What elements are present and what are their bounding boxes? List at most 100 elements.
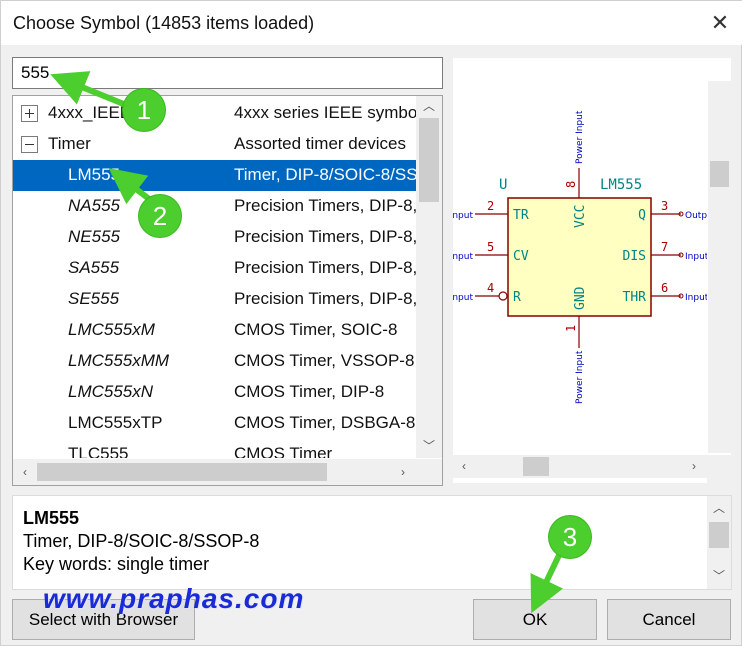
- tree-row[interactable]: 4xxx_IEEE 4xxx series IEEE symbol: [13, 98, 416, 129]
- tree-row-description: Precision Timers, DIP-8, SOIC-8: [234, 289, 416, 308]
- tree-row-description: CMOS Timer, VSSOP-8: [234, 351, 415, 370]
- tree-row-description: CMOS Timer, DIP-8: [234, 382, 385, 401]
- tree-row[interactable]: LMC555xMM CMOS Timer, VSSOP-8: [13, 346, 416, 377]
- tree-row[interactable]: SE555 Precision Timers, DIP-8, SOIC-8: [13, 284, 416, 315]
- tree-vertical-scrollbar[interactable]: ︿ ﹀: [416, 96, 442, 458]
- tree-row[interactable]: LMC555xN CMOS Timer, DIP-8: [13, 377, 416, 408]
- pin-name-cv: CV: [513, 249, 529, 264]
- tree-row-description: Precision Timers, DIP-8, SOIC-8: [234, 258, 416, 277]
- watermark: www.praphas.com: [43, 583, 305, 614]
- cancel-button[interactable]: Cancel: [607, 599, 731, 640]
- pin-num-4: 4: [487, 281, 494, 295]
- collapse-icon[interactable]: [21, 136, 38, 153]
- info-description: Timer, DIP-8/SOIC-8/SSOP-8: [23, 531, 260, 551]
- tree-row-name: LMC555xTP: [68, 413, 163, 432]
- annotation-badge-1: 1: [123, 89, 165, 131]
- tree-row-name: LM555: [68, 165, 120, 184]
- pin-name-r: R: [513, 290, 521, 305]
- annotation-badge-2: 2: [139, 195, 181, 237]
- expand-icon[interactable]: [21, 105, 38, 122]
- title-bar: Choose Symbol (14853 items loaded) ✕: [1, 1, 742, 45]
- preview-scroll-left-icon[interactable]: ‹: [455, 456, 473, 476]
- pin-num-7: 7: [661, 240, 668, 254]
- tree-row[interactable]: Timer Assorted timer devices: [13, 129, 416, 160]
- tree-row-description: Precision Timers, DIP-8, SOIC-8: [234, 227, 416, 246]
- component-value: LM555: [600, 177, 642, 193]
- symbol-tree: 4xxx_IEEE 4xxx series IEEE symbol Timer Ass…: [12, 95, 443, 486]
- pin-num-3: 3: [661, 199, 668, 213]
- tree-row-name: TLC555: [68, 444, 129, 458]
- symbol-info-panel: LM555 Timer, DIP-8/SOIC-8/SSOP-8 Key wor…: [12, 495, 732, 590]
- preview-scroll-corner: [707, 455, 731, 483]
- close-icon[interactable]: ✕: [697, 1, 742, 45]
- info-scroll-up-icon[interactable]: ︿: [709, 498, 729, 518]
- info-vertical-scroll-thumb[interactable]: [709, 522, 729, 548]
- tree-row[interactable]: LMC555xM CMOS Timer, SOIC-8: [13, 315, 416, 346]
- tree-row-name: LMC555xM: [68, 320, 155, 339]
- tree-vertical-scroll-thumb[interactable]: [419, 118, 439, 202]
- tree-row-name: LMC555xMM: [68, 351, 170, 370]
- preview-vertical-scrollbar[interactable]: [708, 81, 731, 453]
- tree-row-description: 4xxx series IEEE symbol: [234, 103, 416, 122]
- scroll-up-icon[interactable]: ︿: [419, 96, 439, 116]
- preview-horizontal-scrollbar[interactable]: ‹ ›: [453, 455, 707, 478]
- tree-row[interactable]: LMC555xTP CMOS Timer, DSBGA-8: [13, 408, 416, 439]
- info-keywords: Key words: single timer: [23, 554, 210, 574]
- pin-num-1: 1: [564, 325, 578, 332]
- tree-row-description: CMOS Timer, DSBGA-8: [234, 413, 416, 432]
- pin-type-cv: Input: [453, 252, 473, 262]
- pin-name-gnd: GND: [573, 286, 588, 310]
- tree-row-name: SE555: [68, 289, 120, 308]
- info-vertical-scrollbar[interactable]: ︿ ﹀: [707, 496, 731, 589]
- pin-name-dis: DIS: [623, 249, 646, 264]
- pin-num-8: 8: [564, 181, 578, 188]
- tree-horizontal-scroll-thumb[interactable]: [37, 463, 327, 481]
- choose-symbol-dialog: Choose Symbol (14853 items loaded) ✕ 4xx…: [0, 0, 742, 646]
- pin-name-q: Q: [638, 208, 646, 223]
- preview-horizontal-scroll-thumb[interactable]: [523, 457, 549, 476]
- annotation-badge-3: 3: [549, 516, 591, 558]
- scroll-right-icon[interactable]: ›: [393, 462, 413, 482]
- pin-num-2: 2: [487, 199, 494, 213]
- pin-type-vcc: Power Input: [575, 110, 585, 164]
- pin-num-6: 6: [661, 281, 668, 295]
- pin-type-q: Output: [685, 211, 707, 221]
- info-scroll-down-icon[interactable]: ﹀: [709, 566, 729, 586]
- tree-row-name: SA555: [68, 258, 120, 277]
- pin-name-tr: TR: [513, 208, 529, 223]
- scroll-left-icon[interactable]: ‹: [15, 462, 35, 482]
- tree-row[interactable]: TLC555 CMOS Timer: [13, 439, 416, 458]
- preview-vertical-scroll-thumb[interactable]: [710, 161, 729, 187]
- pin-name-vcc: VCC: [573, 205, 588, 228]
- tree-horizontal-scrollbar[interactable]: ‹ ›: [13, 459, 442, 485]
- pin-num-5: 5: [487, 240, 494, 254]
- tree-row[interactable]: LM555 Timer, DIP-8/SOIC-8/SSOP-8: [13, 160, 416, 191]
- tree-row-description: Timer, DIP-8/SOIC-8/SSOP-8: [234, 165, 416, 184]
- tree-row[interactable]: NA555 Precision Timers, DIP-8, SOIC-8: [13, 191, 416, 222]
- tree-row-description: Assorted timer devices: [234, 134, 406, 153]
- pin-type-dis: Input: [685, 252, 707, 262]
- pin-type-thr: Input: [685, 293, 707, 303]
- tree-row-name: Timer: [48, 134, 91, 153]
- info-symbol-name: LM555: [23, 508, 80, 528]
- tree-row[interactable]: SA555 Precision Timers, DIP-8, SOIC-8: [13, 253, 416, 284]
- search-input[interactable]: [12, 57, 443, 89]
- tree-row-name: LMC555xN: [68, 382, 154, 401]
- ok-button[interactable]: OK: [473, 599, 597, 640]
- scroll-down-icon[interactable]: ﹀: [419, 436, 439, 456]
- tree-row-name: NA555: [68, 196, 120, 215]
- preview-scroll-right-icon[interactable]: ›: [685, 456, 703, 476]
- tree-row-description: CMOS Timer: [234, 444, 333, 458]
- tree-row-name: NE555: [68, 227, 120, 246]
- tree-row-description: Precision Timers, DIP-8, SOIC-8: [234, 196, 416, 215]
- pin-inverter-bubble: [498, 291, 508, 301]
- symbol-preview: U LM555 TR CV R Q DIS THR VCC GND 2 5 4 …: [453, 58, 731, 483]
- ref-designator: U: [499, 177, 507, 193]
- pin-type-tr: Input: [453, 211, 473, 221]
- pin-type-r: Input: [453, 293, 473, 303]
- tree-row-description: CMOS Timer, SOIC-8: [234, 320, 398, 339]
- tree-row[interactable]: NE555 Precision Timers, DIP-8, SOIC-8: [13, 222, 416, 253]
- pin-name-thr: THR: [623, 290, 647, 305]
- symbol-preview-canvas: U LM555 TR CV R Q DIS THR VCC GND 2 5 4 …: [453, 110, 707, 404]
- symbol-tree-rows: 4xxx_IEEE 4xxx series IEEE symbol Timer Ass…: [13, 98, 416, 458]
